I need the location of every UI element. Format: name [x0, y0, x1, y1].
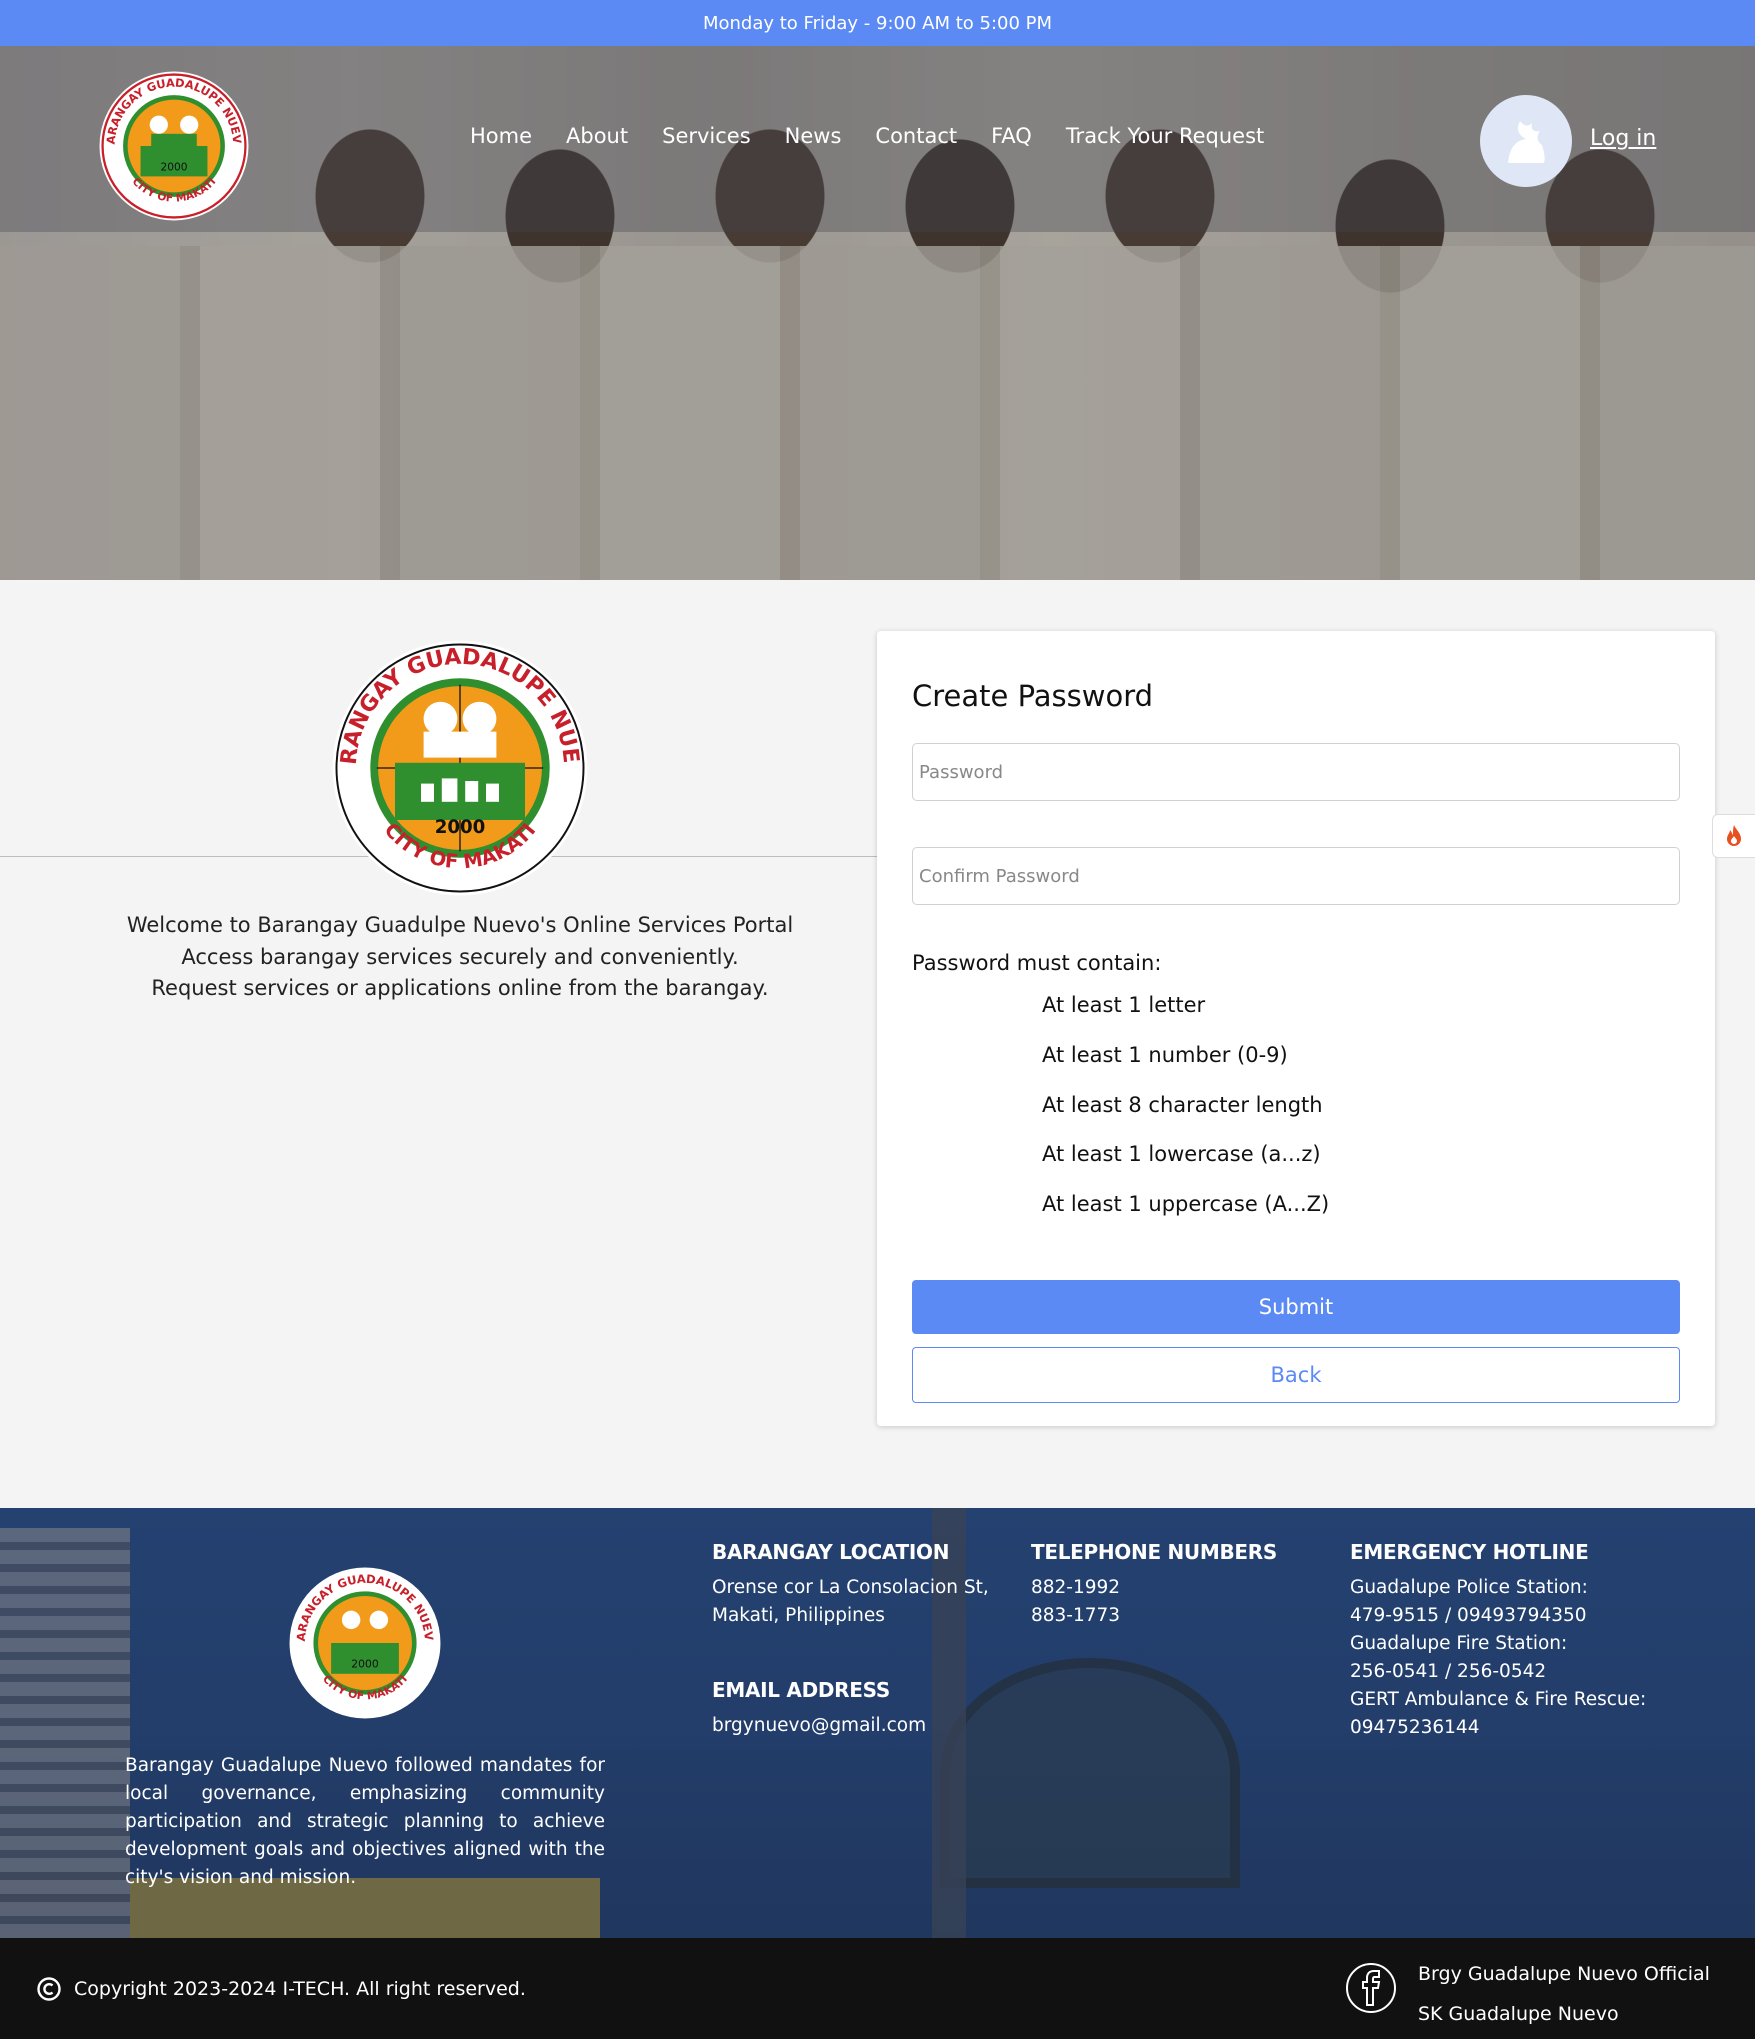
copyright-icon [37, 1977, 61, 2001]
rule-number: At least 1 number (0-9) [1042, 1043, 1288, 1067]
social-links: Brgy Guadalupe Nuevo Official SK Guadalu… [1418, 1954, 1710, 2034]
nav-about[interactable]: About [566, 124, 628, 148]
emergency-line-1: Guadalupe Police Station: [1350, 1577, 1588, 1598]
emergency-line-5: GERT Ambulance & Fire Rescue: [1350, 1689, 1647, 1710]
password-field[interactable] [912, 743, 1680, 801]
password-rules-title: Password must contain: [912, 951, 1162, 975]
facebook-icon[interactable] [1345, 1962, 1397, 2014]
footer-email: EMAIL ADDRESS brgynuevo@gmail.com [712, 1678, 1012, 1740]
copyright-text: Copyright 2023-2024 I-TECH. All right re… [74, 1978, 526, 2000]
login-link[interactable]: Log in [1590, 126, 1656, 151]
emergency-line-4: 256-0541 / 256-0542 [1350, 1661, 1547, 1682]
welcome-line-2: Access barangay services securely and co… [181, 944, 739, 969]
copyright-bar: Copyright 2023-2024 I-TECH. All right re… [0, 1938, 1755, 2039]
emergency-line-3: Guadalupe Fire Station: [1350, 1633, 1568, 1654]
telephone-heading: TELEPHONE NUMBERS [1031, 1540, 1277, 1564]
telephone-line-1: 882-1992 [1031, 1577, 1121, 1598]
barangay-seal-large: 2000 BARANGAY GUADALUPE NUEVO CITY OF MA… [330, 638, 588, 896]
user-avatar-icon [1508, 121, 1545, 163]
footer-seal-logo: 2000 BARANGAY GUADALUPE NUEVO CITY OF MA… [288, 1566, 441, 1719]
welcome-line-3: Request services or applications online … [151, 976, 769, 1000]
emergency-line-6: 09475236144 [1350, 1717, 1480, 1738]
nav-services[interactable]: Services [662, 124, 751, 148]
hero-banner: 2000 BARANGAY GUADALUPE NUEVO CITY OF MA… [0, 46, 1755, 580]
welcome-message: Welcome to Barangay Guadulpe Nuevo's Onl… [60, 910, 860, 1005]
create-password-card: Create Password Password must contain: A… [877, 631, 1715, 1426]
rule-letter: At least 1 letter [1042, 993, 1206, 1017]
emergency-line-2: 479-9515 / 09493794350 [1350, 1605, 1587, 1626]
flame-icon [1727, 825, 1741, 846]
telephone-line-2: 883-1773 [1031, 1605, 1121, 1626]
emergency-heading: EMERGENCY HOTLINE [1350, 1540, 1589, 1564]
seal-year: 2000 [435, 817, 486, 838]
nav-track-request[interactable]: Track Your Request [1066, 124, 1264, 148]
rule-length: At least 8 character length [1042, 1093, 1323, 1117]
footer-location: BARANGAY LOCATION Orense cor La Consolac… [712, 1540, 1012, 1630]
seal-year: 2000 [160, 160, 187, 173]
office-hours-text: Monday to Friday - 9:00 AM to 5:00 PM [702, 12, 1053, 34]
barangay-seal-logo[interactable]: 2000 BARANGAY GUADALUPE NUEVO CITY OF MA… [98, 70, 250, 222]
user-avatar[interactable] [1480, 95, 1572, 187]
footer: 2000 BARANGAY GUADALUPE NUEVO CITY OF MA… [0, 1508, 1755, 1938]
copyright: Copyright 2023-2024 I-TECH. All right re… [36, 1976, 526, 2002]
back-button[interactable]: Back [912, 1347, 1680, 1403]
seal-year: 2000 [351, 1658, 379, 1671]
nav-contact[interactable]: Contact [875, 124, 957, 148]
rule-lowercase: At least 1 lowercase (a...z) [1042, 1142, 1321, 1166]
nav-faq[interactable]: FAQ [991, 124, 1032, 148]
rule-uppercase: At least 1 uppercase (A...Z) [1042, 1192, 1330, 1216]
nav-home[interactable]: Home [470, 124, 532, 148]
nav-news[interactable]: News [785, 124, 842, 148]
email-heading: EMAIL ADDRESS [712, 1678, 890, 1702]
form-title: Create Password [912, 679, 1154, 713]
floating-widget-tab[interactable] [1712, 814, 1755, 858]
facebook-link-sk[interactable]: SK Guadalupe Nuevo [1418, 1994, 1710, 2034]
office-hours-bar: Monday to Friday - 9:00 AM to 5:00 PM [0, 0, 1755, 46]
submit-button[interactable]: Submit [912, 1280, 1680, 1334]
location-line-1: Orense cor La Consolacion St, [712, 1577, 989, 1598]
main-nav: Home About Services News Contact FAQ Tra… [470, 124, 1264, 148]
location-line-2: Makati, Philippines [712, 1605, 885, 1626]
footer-about-text: Barangay Guadalupe Nuevo followed mandat… [125, 1755, 605, 1888]
location-heading: BARANGAY LOCATION [712, 1540, 950, 1564]
footer-telephone: TELEPHONE NUMBERS 882-1992 883-1773 [1031, 1540, 1291, 1630]
facebook-link-official[interactable]: Brgy Guadalupe Nuevo Official [1418, 1954, 1710, 1994]
email-link[interactable]: brgynuevo@gmail.com [712, 1712, 1012, 1740]
welcome-line-1: Welcome to Barangay Guadulpe Nuevo's Onl… [126, 913, 794, 937]
confirm-password-field[interactable] [912, 847, 1680, 905]
footer-emergency: EMERGENCY HOTLINE Guadalupe Police Stati… [1350, 1540, 1730, 1742]
